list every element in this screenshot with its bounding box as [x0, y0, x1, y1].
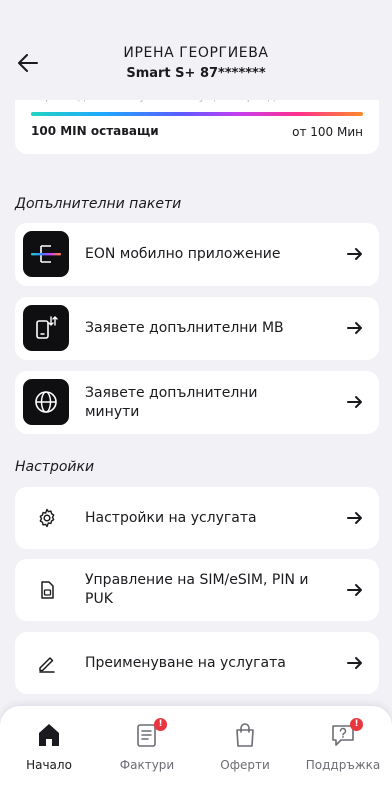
usage-total: от 100 Мин	[292, 125, 363, 139]
notification-badge: !	[154, 718, 167, 731]
plan-number: Smart S+ 87*******	[126, 66, 266, 81]
bottom-nav: Начало ! Фактури Оферти ! Поддръжка	[0, 706, 392, 787]
settings-item-sim-management[interactable]: Управление на SIM/eSIM, PIN и PUK	[15, 559, 379, 621]
settings-label: Настройки на услугата	[85, 510, 257, 526]
sim-card-icon	[41, 581, 54, 599]
package-label: EON мобилно приложение	[85, 246, 281, 262]
package-label: Заявете допълнителни MB	[85, 320, 284, 336]
phone-data-icon	[23, 305, 69, 351]
gear-icon	[39, 508, 55, 528]
arrow-right-icon	[347, 248, 362, 260]
eon-logo-icon	[23, 231, 69, 277]
globe-icon	[23, 379, 69, 425]
arrow-right-icon	[347, 512, 362, 524]
package-label: Заявете допълнителни минути	[85, 385, 258, 420]
shopping-bag-icon	[236, 723, 254, 747]
pen-icon	[39, 657, 55, 673]
package-item-extra-mb[interactable]: Заявете допълнителни MB	[15, 297, 379, 360]
nav-item-invoices[interactable]: ! Фактури	[98, 706, 196, 787]
nav-label: Поддръжка	[305, 758, 381, 772]
notification-badge: !	[350, 718, 363, 731]
nav-item-offers[interactable]: Оферти	[196, 706, 294, 787]
home-icon	[39, 724, 59, 746]
package-item-eon[interactable]: EON мобилно приложение	[15, 223, 379, 286]
arrow-right-icon	[347, 657, 362, 669]
account-name: ИРЕНА ГЕОРГИЕВА	[123, 45, 269, 61]
nav-label: Начало	[26, 758, 72, 772]
settings-item-service-settings[interactable]: Настройки на услугата	[15, 487, 379, 549]
settings-item-rename-service[interactable]: Преименуване на услугата	[15, 632, 379, 694]
arrow-right-icon	[347, 584, 362, 596]
header: ИРЕНА ГЕОРГИЕВА Smart S+ 87*******	[0, 0, 392, 100]
usage-remaining: 100 MIN оставащи	[31, 124, 159, 138]
arrow-right-icon	[347, 322, 362, 334]
nav-item-home[interactable]: Начало	[0, 706, 98, 787]
nav-label: Фактури	[119, 758, 175, 772]
arrow-right-icon	[347, 396, 362, 408]
nav-item-support[interactable]: ! Поддръжка	[294, 706, 392, 787]
section-title-extra-packages: Допълнителни пакети	[15, 196, 182, 212]
settings-label: Управление на SIM/eSIM, PIN и PUK	[85, 572, 309, 607]
usage-progress-bar	[31, 112, 363, 116]
usage-card: Изразходвани минути за текущия период 10…	[15, 92, 379, 154]
section-title-settings: Настройки	[15, 459, 95, 475]
settings-label: Преименуване на услугата	[85, 655, 286, 671]
package-item-extra-minutes[interactable]: Заявете допълнителни минути	[15, 371, 379, 434]
nav-label: Оферти	[220, 758, 270, 772]
